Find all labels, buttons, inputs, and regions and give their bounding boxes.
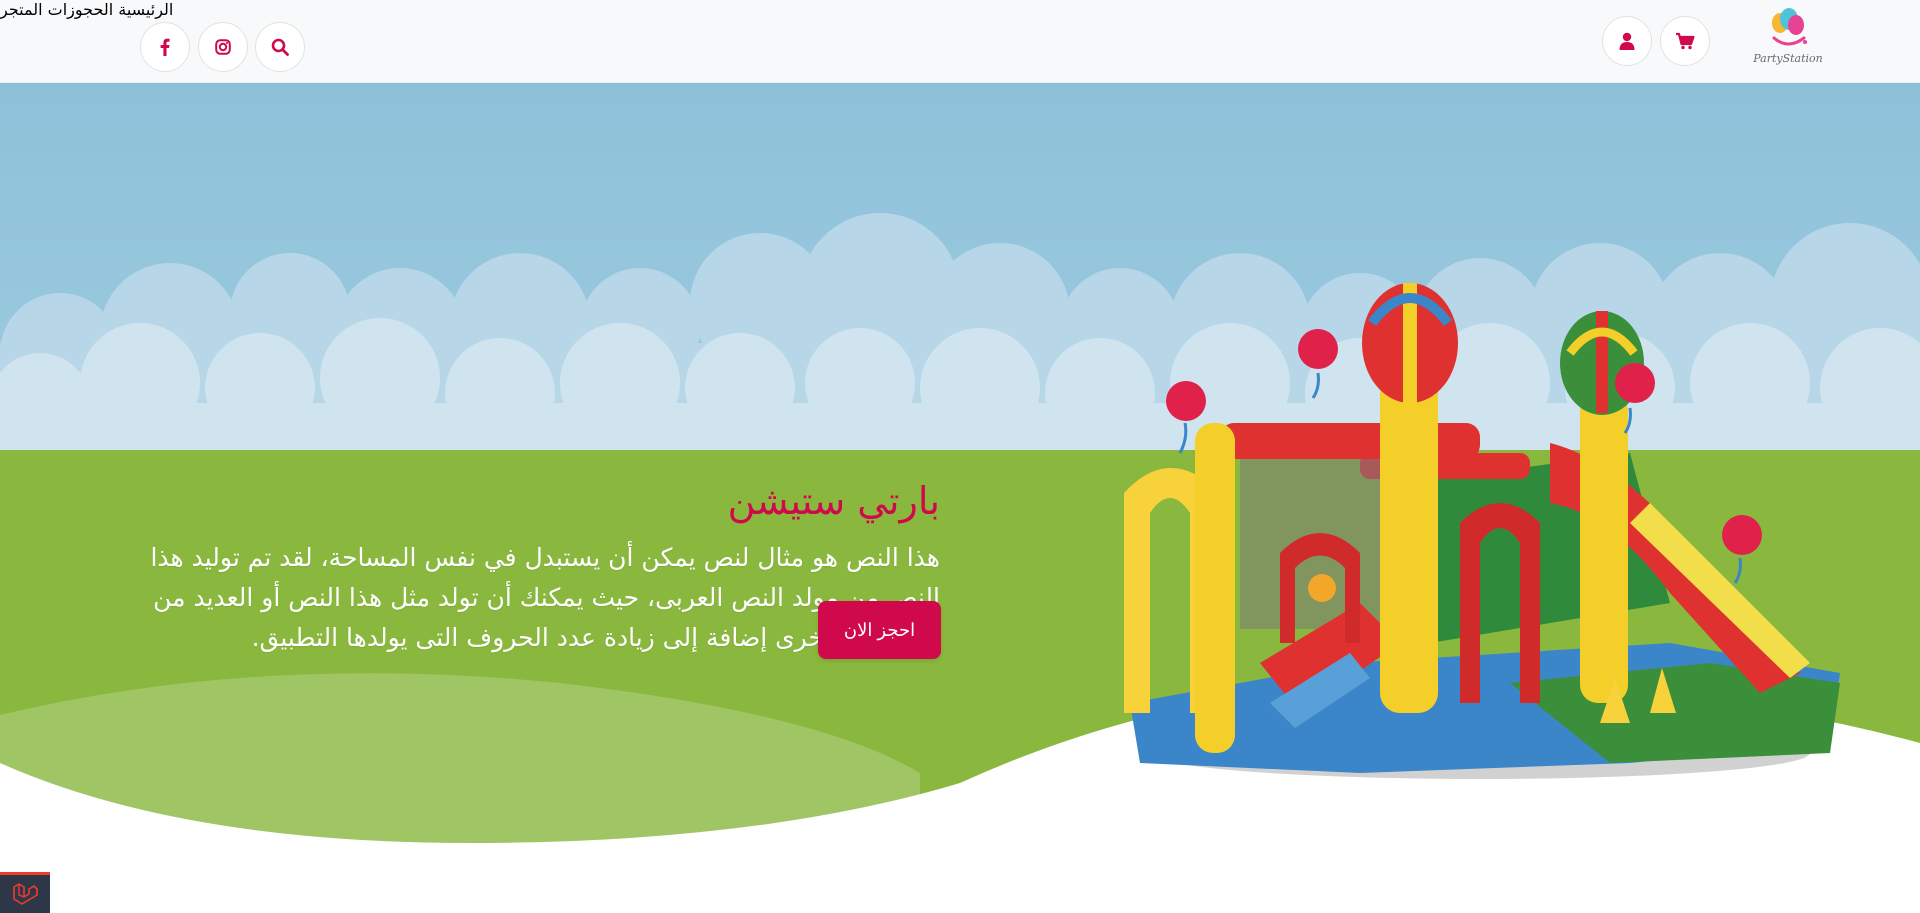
nav-link-bookings[interactable]: الحجوزات [48,0,113,19]
nav-link-store[interactable]: المتجر [0,0,43,19]
hero-title: بارتي ستيشن [727,479,940,523]
site-logo[interactable]: PartyStation [1752,6,1824,72]
laravel-badge[interactable] [0,872,50,913]
instagram-icon [215,39,231,55]
nav-link-home[interactable]: الرئيسية [118,0,173,19]
hero-section: بارتي ستيشن هذا النص هو مثال لنص يمكن أن… [0,83,1920,913]
search-icon [271,38,289,56]
laravel-icon [13,883,38,905]
logo-wordmark: PartyStation [1753,52,1823,65]
search-button[interactable] [255,22,305,72]
facebook-button[interactable] [140,22,190,72]
instagram-button[interactable] [198,22,248,72]
account-button[interactable] [1602,16,1652,66]
user-icon [1619,32,1635,50]
balloons-logo-icon [1772,8,1807,46]
book-now-button[interactable]: احجز الان [818,601,941,659]
cart-button[interactable] [1660,16,1710,66]
site-header: PartyStation الرئيسية الحجوزات المتجر [0,0,1920,83]
bouncy-castle-illustration [1124,283,1840,779]
cart-icon [1676,32,1695,50]
facebook-icon [160,38,170,56]
hero-text-block: بارتي ستيشن هذا النص هو مثال لنص يمكن أن… [100,476,940,658]
hero-description: هذا النص هو مثال لنص يمكن أن يستبدل في ن… [150,543,940,652]
